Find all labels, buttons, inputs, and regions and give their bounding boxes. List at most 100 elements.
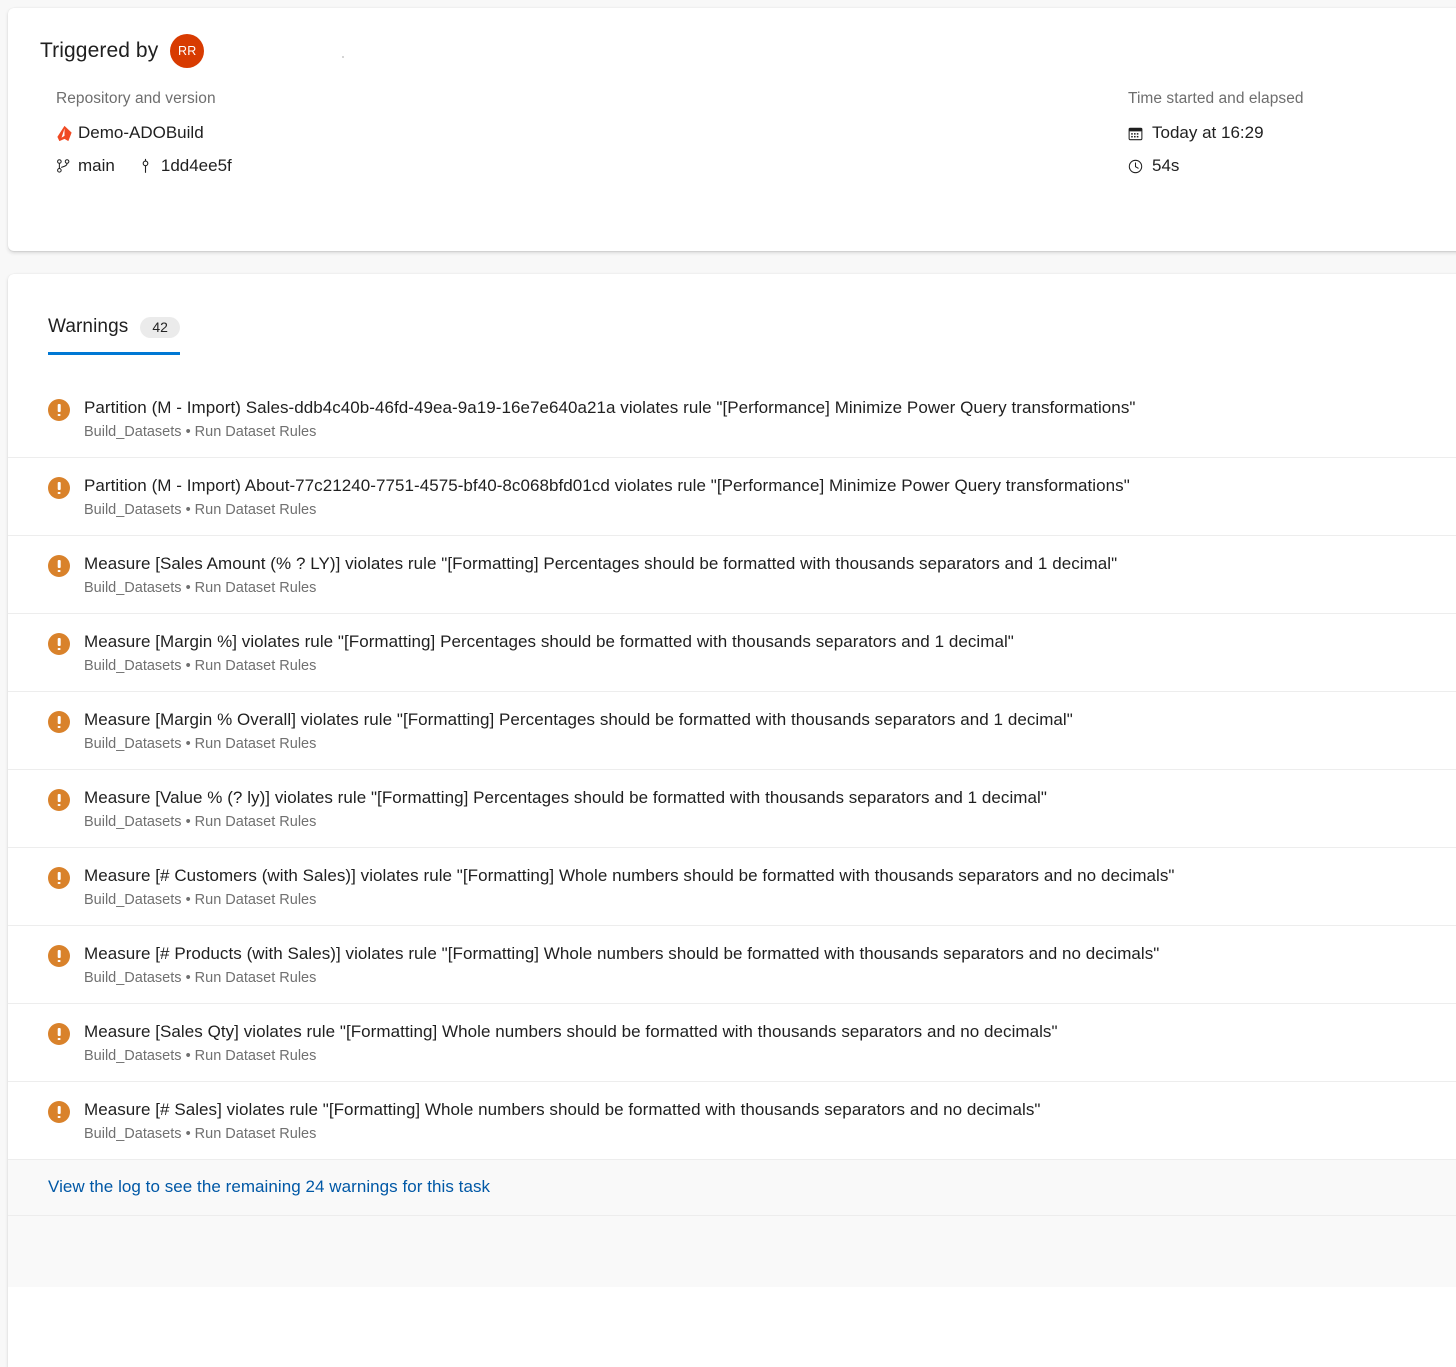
warning-task: Run Dataset Rules	[195, 1048, 317, 1064]
warning-row[interactable]: Measure [Value % (? ly)] violates rule "…	[8, 769, 1456, 847]
warning-icon	[48, 477, 70, 499]
view-log-link[interactable]: View the log to see the remaining 24 war…	[48, 1177, 490, 1196]
warning-message: Measure [Margin %] violates rule "[Forma…	[84, 630, 1014, 653]
elapsed-row: 54s	[1128, 154, 1456, 178]
warning-message: Measure [Sales Qty] violates rule "[Form…	[84, 1020, 1058, 1043]
decorative-dot	[342, 56, 344, 58]
warning-row[interactable]: Partition (M - Import) Sales-ddb4c40b-46…	[8, 380, 1456, 457]
repository-row[interactable]: Demo-ADOBuild	[56, 121, 256, 145]
warning-source: Build_Datasets • Run Dataset Rules	[84, 1125, 1040, 1144]
time-column: Time started and elapsed	[1128, 90, 1456, 187]
warning-job: Build_Datasets	[84, 1048, 182, 1064]
warning-job: Build_Datasets	[84, 970, 182, 986]
warning-task: Run Dataset Rules	[195, 736, 317, 752]
warning-task: Run Dataset Rules	[195, 580, 317, 596]
warning-icon	[48, 555, 70, 577]
commit-segment[interactable]: 1dd4ee5f	[139, 154, 232, 178]
warning-message: Measure [Margin % Overall] violates rule…	[84, 708, 1073, 731]
warning-body: Measure [# Sales] violates rule "[Format…	[70, 1098, 1056, 1144]
triggered-by-row: Triggered by RR	[8, 8, 1456, 68]
list-footer-spacer	[8, 1215, 1456, 1287]
warning-message: Measure [Value % (? ly)] violates rule "…	[84, 786, 1047, 809]
warning-job: Build_Datasets	[84, 424, 182, 440]
warning-body: Measure [Sales Amount (% ? LY)] violates…	[70, 552, 1133, 598]
meta-separator: •	[186, 1126, 191, 1142]
warning-icon	[48, 867, 70, 889]
repository-heading: Repository and version	[56, 90, 256, 108]
warning-job: Build_Datasets	[84, 1126, 182, 1142]
meta-separator: •	[186, 1048, 191, 1064]
tab-warnings[interactable]: Warnings 42	[48, 316, 180, 355]
warning-source: Build_Datasets • Run Dataset Rules	[84, 891, 1175, 910]
warning-job: Build_Datasets	[84, 658, 182, 674]
warning-icon	[48, 711, 70, 733]
clock-icon	[1128, 159, 1152, 174]
warning-row[interactable]: Measure [# Customers (with Sales)] viola…	[8, 847, 1456, 925]
branch-name: main	[78, 154, 115, 178]
warning-message: Measure [# Customers (with Sales)] viola…	[84, 864, 1175, 887]
warning-source: Build_Datasets • Run Dataset Rules	[84, 501, 1130, 520]
warning-message: Measure [# Products (with Sales)] violat…	[84, 942, 1159, 965]
warning-task: Run Dataset Rules	[195, 1126, 317, 1142]
warning-row[interactable]: Measure [Sales Qty] violates rule "[Form…	[8, 1003, 1456, 1081]
warning-task: Run Dataset Rules	[195, 892, 317, 908]
warning-source: Build_Datasets • Run Dataset Rules	[84, 969, 1159, 988]
warning-body: Measure [Margin % Overall] violates rule…	[70, 708, 1089, 754]
azure-repos-icon	[56, 125, 78, 142]
branch-segment[interactable]: main	[56, 154, 115, 178]
warning-row[interactable]: Measure [Sales Amount (% ? LY)] violates…	[8, 535, 1456, 613]
tab-warnings-count: 42	[140, 317, 180, 338]
warning-row[interactable]: Measure [Margin % Overall] violates rule…	[8, 691, 1456, 769]
warning-icon	[48, 789, 70, 811]
warning-body: Measure [Value % (? ly)] violates rule "…	[70, 786, 1063, 832]
meta-separator: •	[186, 658, 191, 674]
time-started-row: Today at 16:29	[1128, 121, 1456, 145]
run-summary-card: Triggered by RR Repository and version D…	[8, 8, 1456, 251]
warning-source: Build_Datasets • Run Dataset Rules	[84, 1047, 1058, 1066]
warning-job: Build_Datasets	[84, 814, 182, 830]
warning-body: Measure [Margin %] violates rule "[Forma…	[70, 630, 1030, 676]
warning-row[interactable]: Partition (M - Import) About-77c21240-77…	[8, 457, 1456, 535]
time-started-value: Today at 16:29	[1152, 121, 1264, 145]
warning-job: Build_Datasets	[84, 736, 182, 752]
warning-body: Partition (M - Import) Sales-ddb4c40b-46…	[70, 396, 1151, 442]
warnings-list: Partition (M - Import) Sales-ddb4c40b-46…	[8, 380, 1456, 1159]
meta-separator: •	[186, 814, 191, 830]
warning-task: Run Dataset Rules	[195, 970, 317, 986]
warning-task: Run Dataset Rules	[195, 658, 317, 674]
triggered-by-label: Triggered by	[40, 39, 158, 63]
warning-source: Build_Datasets • Run Dataset Rules	[84, 657, 1014, 676]
warning-source: Build_Datasets • Run Dataset Rules	[84, 735, 1073, 754]
warning-row[interactable]: Measure [Margin %] violates rule "[Forma…	[8, 613, 1456, 691]
warning-job: Build_Datasets	[84, 502, 182, 518]
warning-message: Measure [Sales Amount (% ? LY)] violates…	[84, 552, 1117, 575]
warning-job: Build_Datasets	[84, 580, 182, 596]
warning-task: Run Dataset Rules	[195, 502, 317, 518]
tab-warnings-label: Warnings	[48, 316, 128, 338]
meta-separator: •	[186, 424, 191, 440]
warning-row[interactable]: Measure [# Sales] violates rule "[Format…	[8, 1081, 1456, 1159]
avatar[interactable]: RR	[170, 34, 204, 68]
meta-separator: •	[186, 892, 191, 908]
warning-source: Build_Datasets • Run Dataset Rules	[84, 579, 1117, 598]
warning-task: Run Dataset Rules	[195, 424, 317, 440]
meta-separator: •	[186, 736, 191, 752]
meta-separator: •	[186, 970, 191, 986]
warning-body: Measure [# Customers (with Sales)] viola…	[70, 864, 1191, 910]
warning-icon	[48, 633, 70, 655]
calendar-icon	[1128, 126, 1152, 141]
warning-message: Measure [# Sales] violates rule "[Format…	[84, 1098, 1040, 1121]
warning-task: Run Dataset Rules	[195, 814, 317, 830]
warning-source: Build_Datasets • Run Dataset Rules	[84, 813, 1047, 832]
warning-body: Measure [# Products (with Sales)] violat…	[70, 942, 1175, 988]
tab-strip: Warnings 42	[8, 274, 1456, 355]
warning-row[interactable]: Measure [# Products (with Sales)] violat…	[8, 925, 1456, 1003]
warning-icon	[48, 1023, 70, 1045]
warning-job: Build_Datasets	[84, 892, 182, 908]
commit-hash: 1dd4ee5f	[161, 154, 232, 178]
view-log-row: View the log to see the remaining 24 war…	[8, 1159, 1456, 1215]
commit-icon	[139, 158, 161, 174]
elapsed-value: 54s	[1152, 154, 1179, 178]
repository-name: Demo-ADOBuild	[78, 121, 204, 145]
run-info-grid: Repository and version Demo-ADOBuild	[8, 68, 1456, 187]
